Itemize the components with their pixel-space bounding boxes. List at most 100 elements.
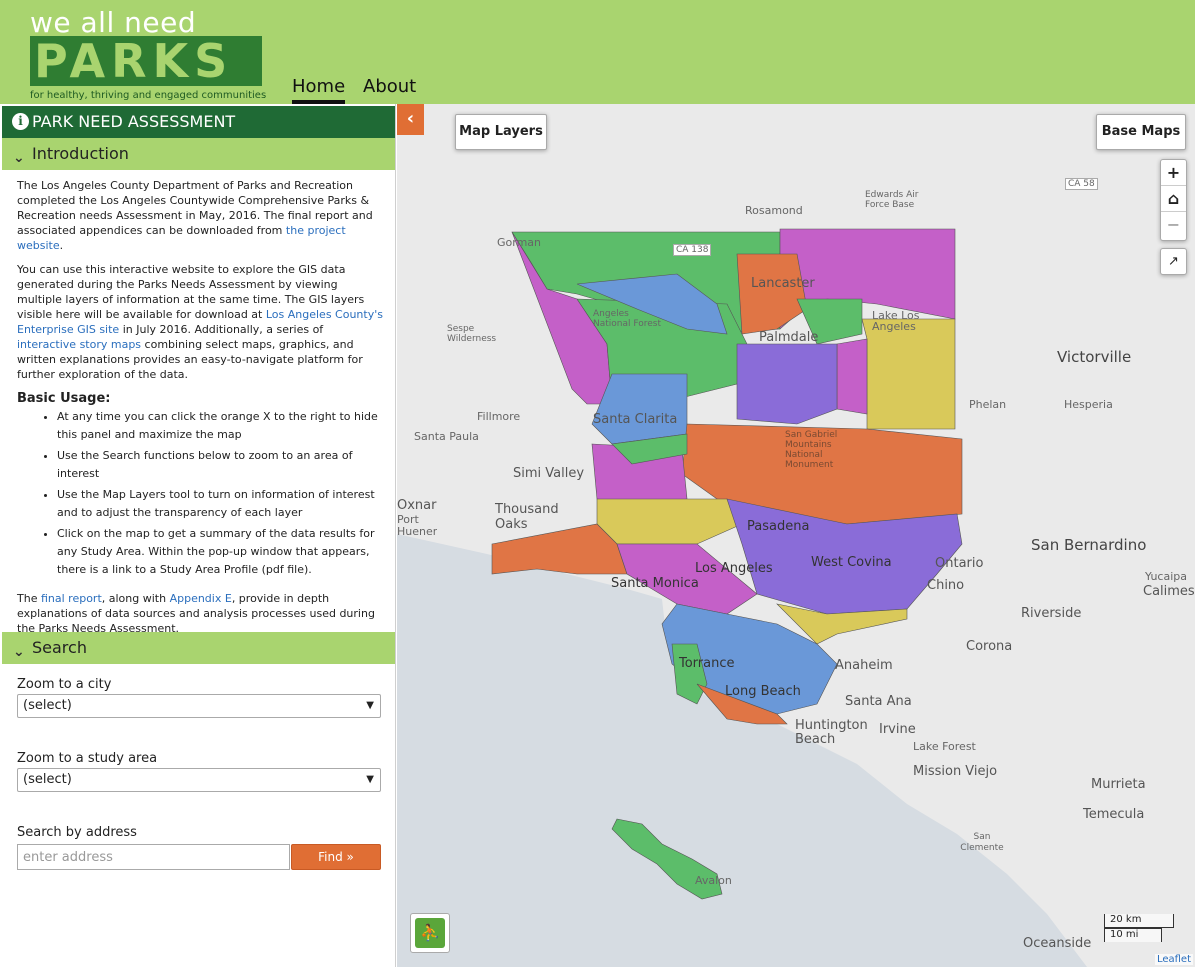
parks-logo-tile[interactable]: ⛹ bbox=[410, 913, 450, 953]
nav-home[interactable]: Home bbox=[292, 76, 346, 104]
place-label: Los Angeles bbox=[695, 561, 773, 576]
place-label: Anaheim bbox=[835, 658, 893, 673]
place-label: Gorman bbox=[497, 236, 542, 249]
usage-item: Click on the map to get a summary of the… bbox=[57, 525, 385, 579]
sidebar-panel: i PARK NEED ASSESSMENT ⌄ Introduction Th… bbox=[0, 104, 396, 967]
basic-usage-title: Basic Usage: bbox=[17, 391, 111, 406]
city-select[interactable]: (select) ▼ bbox=[17, 694, 381, 718]
logo-top-text: we all need bbox=[30, 6, 197, 39]
search-header-label: Search bbox=[32, 638, 87, 657]
chevron-down-icon: ⌄ bbox=[13, 644, 25, 660]
scale-bar: 20 km 10 mi bbox=[1104, 914, 1174, 942]
share-icon[interactable]: ↗ bbox=[1160, 248, 1187, 275]
attribution-link[interactable]: Leaflet bbox=[1154, 954, 1193, 965]
scale-km: 20 km bbox=[1104, 914, 1174, 928]
panel-title: i PARK NEED ASSESSMENT bbox=[2, 106, 395, 138]
place-label: Corona bbox=[966, 639, 1013, 654]
study-area-select-value: (select) bbox=[23, 772, 72, 787]
place-label: Oxnard bbox=[397, 498, 437, 513]
base-maps-button[interactable]: Base Maps bbox=[1096, 114, 1186, 150]
place-label: Pasadena bbox=[747, 519, 810, 534]
search-header[interactable]: ⌄ Search bbox=[2, 632, 395, 664]
place-label: Lake Los Angeles bbox=[872, 309, 920, 333]
city-select-value: (select) bbox=[23, 698, 72, 713]
place-label: San Bernardino bbox=[1031, 536, 1147, 554]
chevron-down-icon: ⌄ bbox=[13, 150, 25, 166]
usage-item: At any time you can click the orange X t… bbox=[57, 408, 385, 444]
study-area bbox=[836, 338, 868, 415]
panel-title-text: PARK NEED ASSESSMENT bbox=[32, 112, 236, 131]
intro-p2-mid: in July 2016. Additionally, a series of bbox=[119, 323, 324, 336]
place-label: Torrance bbox=[679, 656, 735, 671]
place-label: Santa Monica bbox=[611, 576, 699, 591]
parks-figure-icon: ⛹ bbox=[415, 918, 445, 948]
intro-paragraph-2: You can use this interactive website to … bbox=[17, 262, 385, 382]
place-label: Hesperia bbox=[1064, 398, 1113, 411]
place-label: Santa Paula bbox=[414, 430, 479, 443]
address-input[interactable] bbox=[17, 844, 290, 870]
study-area bbox=[736, 253, 808, 335]
usage-item: Use the Search functions below to zoom t… bbox=[57, 447, 385, 483]
nav-about[interactable]: About bbox=[363, 76, 416, 97]
place-label: Port Hueneme bbox=[397, 514, 437, 538]
appendix-e-link[interactable]: Appendix E bbox=[170, 592, 232, 605]
intro-p3-text: The bbox=[17, 592, 41, 605]
map-layers-button[interactable]: Map Layers bbox=[455, 114, 547, 150]
place-label: Edwards Air Force Base bbox=[865, 190, 919, 210]
header: we all need PARKS for healthy, thriving … bbox=[0, 0, 1195, 104]
place-label: Avalon bbox=[695, 874, 732, 887]
usage-list: At any time you can click the orange X t… bbox=[57, 408, 385, 579]
city-label: Zoom to a city bbox=[17, 677, 112, 692]
place-label: Yucaipa bbox=[1145, 570, 1187, 583]
zoom-out-button[interactable]: − bbox=[1161, 212, 1186, 238]
introduction-body: The Los Angeles County Department of Par… bbox=[17, 178, 385, 645]
place-label: Palmdale bbox=[759, 330, 819, 345]
place-label: Riverside bbox=[1021, 606, 1082, 621]
place-label: San Clemente bbox=[960, 832, 1004, 853]
introduction-header-label: Introduction bbox=[32, 144, 129, 163]
place-label: San Gabriel Mountains National Monument bbox=[785, 430, 838, 470]
zoom-control: + ⌂ − bbox=[1160, 159, 1187, 241]
place-label: Temecula bbox=[1083, 807, 1145, 822]
study-area bbox=[736, 343, 838, 425]
highway-shield: CA 58 bbox=[1065, 178, 1098, 190]
study-area-label: Zoom to a study area bbox=[17, 751, 158, 766]
place-label: Santa Ana bbox=[845, 694, 912, 709]
place-label: Lake Forest bbox=[913, 740, 976, 753]
place-label: Mission Viejo bbox=[913, 764, 998, 779]
place-label: Murrieta bbox=[1091, 777, 1146, 792]
study-area bbox=[861, 318, 956, 430]
intro-p3-mid: , along with bbox=[101, 592, 170, 605]
info-icon: i bbox=[12, 113, 29, 130]
dropdown-arrow-icon: ▼ bbox=[366, 774, 374, 785]
highway-shield: CA 138 bbox=[673, 244, 712, 256]
story-maps-link[interactable]: interactive story maps bbox=[17, 338, 141, 351]
final-report-link[interactable]: final report bbox=[41, 592, 102, 605]
logo-tagline: for healthy, thriving and engaged commun… bbox=[30, 90, 267, 101]
map-view[interactable]: ‹ Map Layers Base Maps + ⌂ − ↗ Victorvil… bbox=[397, 104, 1195, 967]
place-label: Thousand Oaks bbox=[495, 502, 559, 532]
place-label: Victorville bbox=[1057, 348, 1132, 366]
place-label: Lancaster bbox=[751, 276, 815, 291]
home-icon[interactable]: ⌂ bbox=[1161, 186, 1186, 212]
zoom-in-button[interactable]: + bbox=[1161, 160, 1186, 186]
place-label: Simi Valley bbox=[513, 466, 585, 481]
place-label: Huntington Beach bbox=[795, 718, 868, 747]
place-label: Calimesa bbox=[1143, 584, 1195, 599]
place-label: Fillmore bbox=[477, 410, 521, 423]
address-label: Search by address bbox=[17, 825, 137, 840]
we-all-need-parks-logo[interactable]: we all need PARKS for healthy, thriving … bbox=[28, 4, 267, 102]
find-button[interactable]: Find » bbox=[291, 844, 381, 870]
intro-p1-end: . bbox=[59, 239, 64, 252]
place-label: Phelan bbox=[969, 398, 1007, 411]
place-label: Irvine bbox=[879, 722, 916, 737]
app-root: we all need PARKS for healthy, thriving … bbox=[0, 0, 1195, 967]
collapse-panel-button[interactable]: ‹ bbox=[397, 104, 424, 135]
chevron-left-icon: ‹ bbox=[406, 108, 415, 129]
place-label: Sespe Wilderness bbox=[447, 324, 497, 344]
place-label: West Covina bbox=[811, 555, 892, 570]
introduction-header[interactable]: ⌄ Introduction bbox=[2, 138, 395, 170]
study-area-select[interactable]: (select) ▼ bbox=[17, 768, 381, 792]
intro-paragraph-3: The final report, along with Appendix E,… bbox=[17, 591, 385, 636]
place-label: Long Beach bbox=[725, 684, 801, 699]
